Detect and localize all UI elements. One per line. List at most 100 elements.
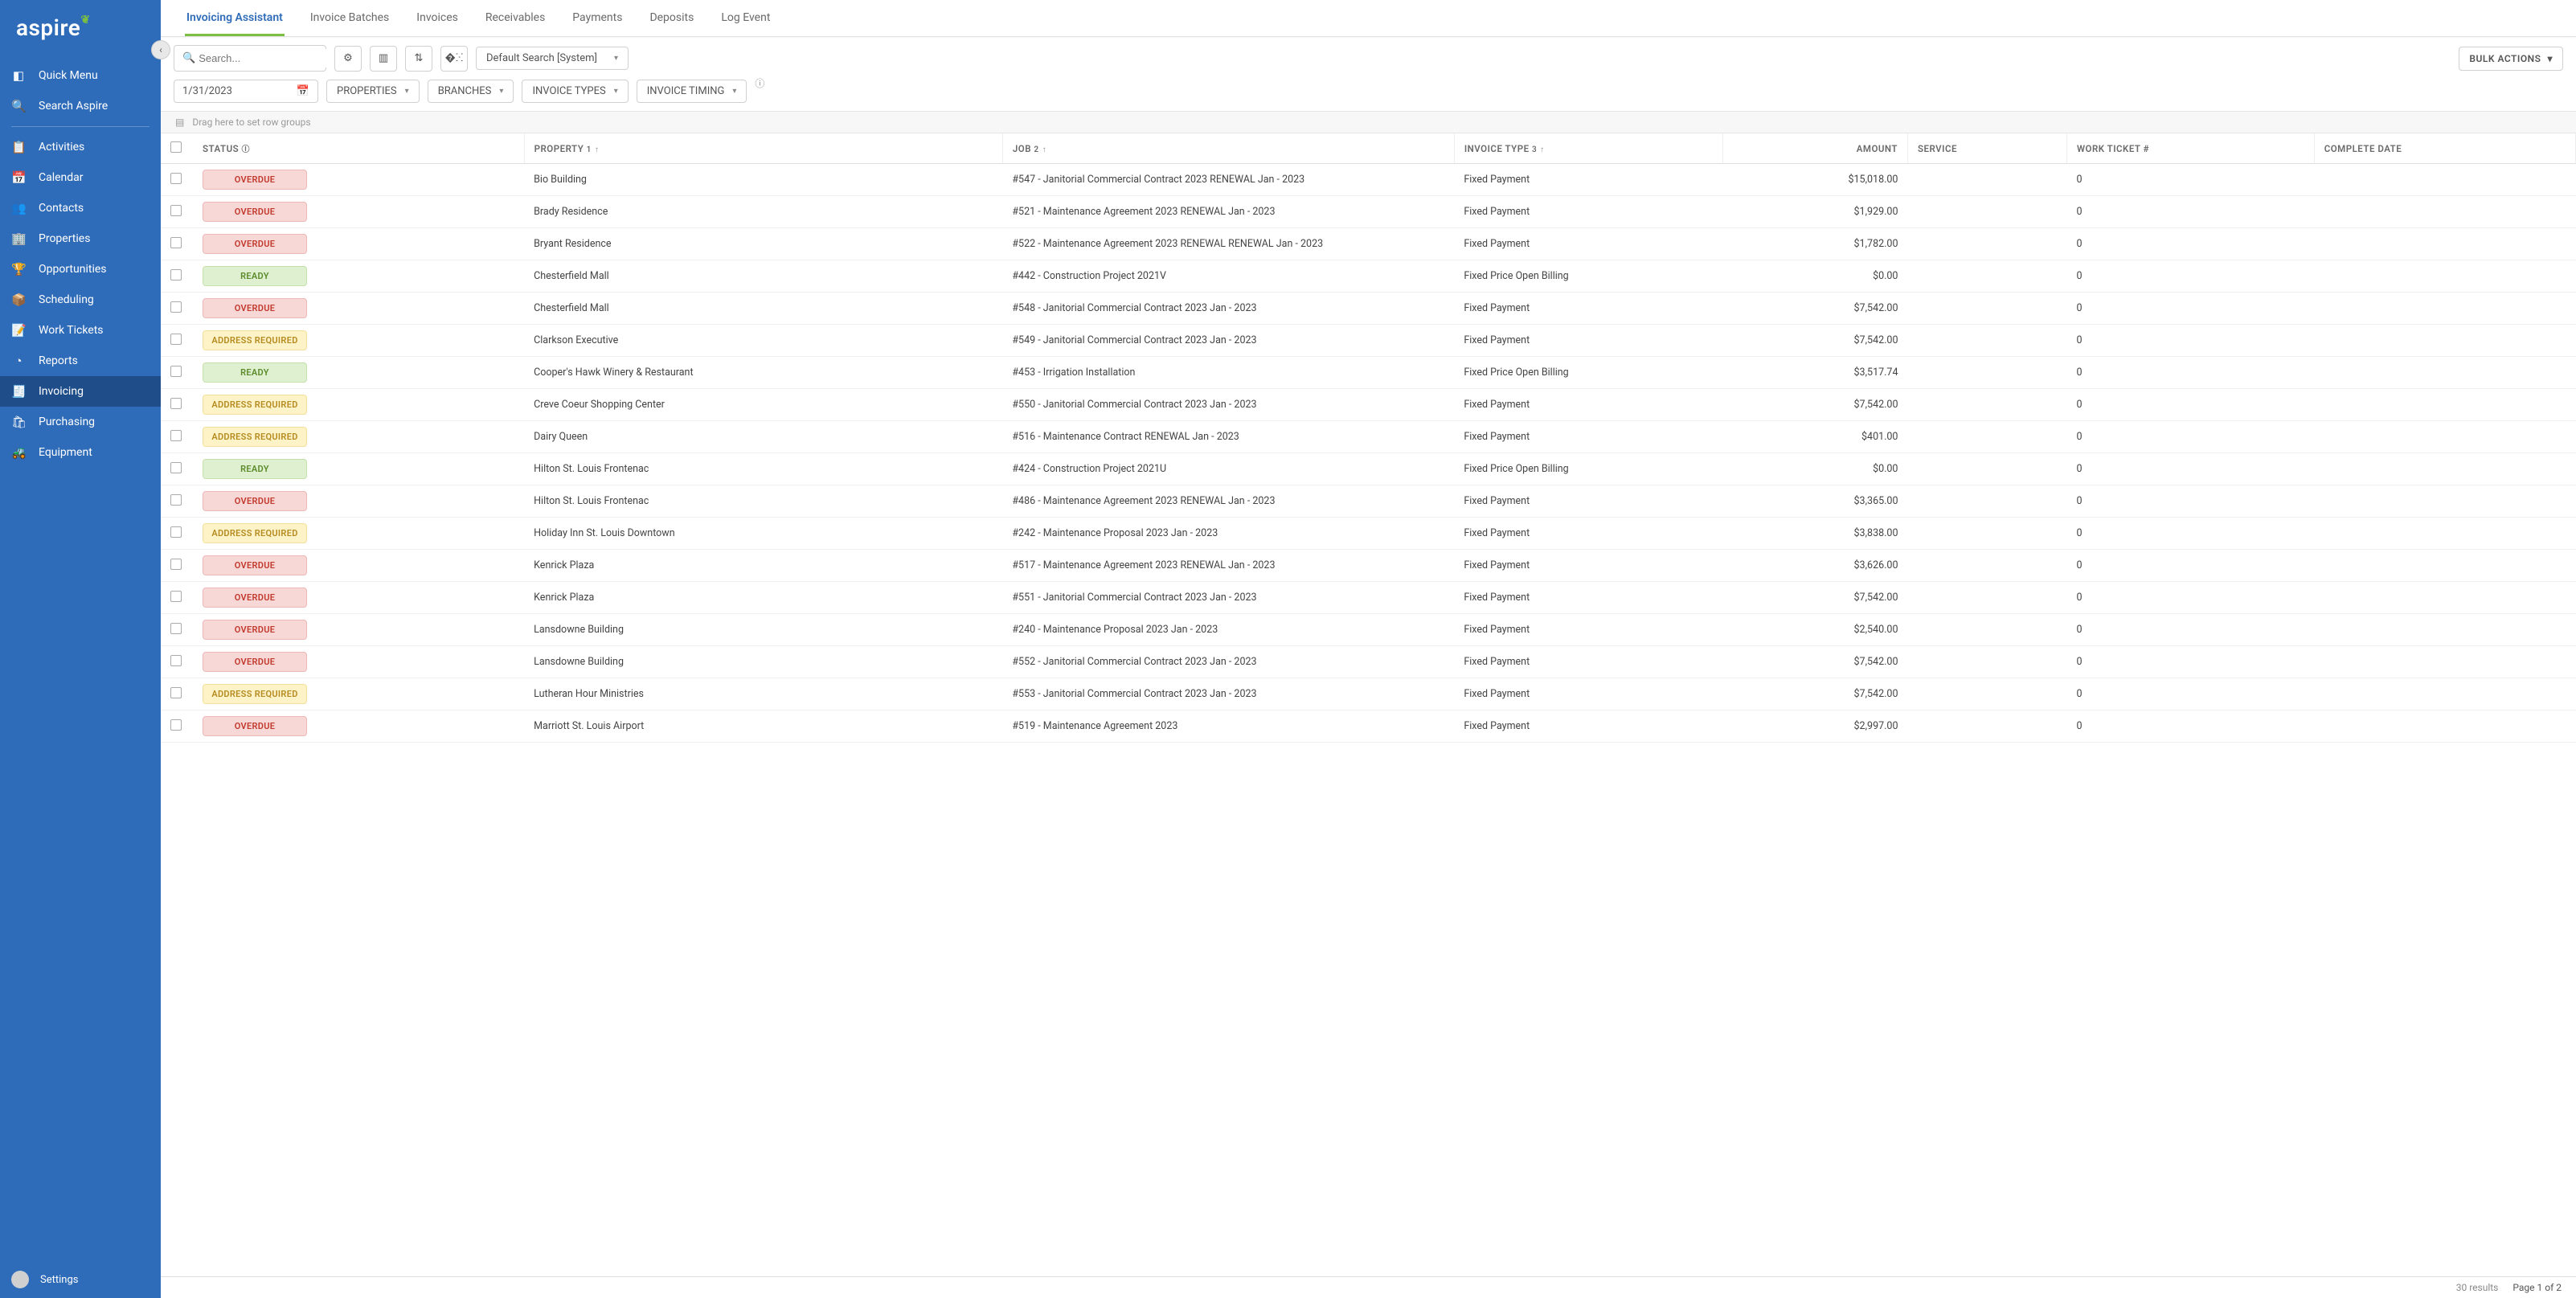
tab-receivables[interactable]: Receivables — [484, 0, 547, 36]
sidebar-item-contacts[interactable]: 👥Contacts — [0, 193, 161, 223]
row-checkbox-cell[interactable] — [161, 518, 193, 550]
row-checkbox[interactable] — [170, 301, 182, 313]
col-status[interactable]: STATUS ⓘ — [193, 133, 524, 164]
date-filter[interactable]: 1/31/2023 📅 — [174, 80, 318, 103]
row-group-drop-zone[interactable]: ▤ Drag here to set row groups — [161, 111, 2576, 133]
row-checkbox[interactable] — [170, 526, 182, 538]
sidebar-item-reports[interactable]: ◔Reports — [0, 346, 161, 376]
row-checkbox-cell[interactable] — [161, 164, 193, 196]
row-checkbox-cell[interactable] — [161, 421, 193, 453]
sort-button[interactable]: ⇅ — [405, 46, 432, 72]
tab-invoices[interactable]: Invoices — [415, 0, 460, 36]
table-row[interactable]: ADDRESS REQUIRED Clarkson Executive #549… — [161, 325, 2576, 357]
row-checkbox[interactable] — [170, 269, 182, 280]
columns-button[interactable]: ▥ — [370, 46, 397, 72]
table-row[interactable]: READY Hilton St. Louis Frontenac #424 - … — [161, 453, 2576, 485]
sidebar-item-work-tickets[interactable]: 📝Work Tickets — [0, 315, 161, 346]
sidebar-item-calendar[interactable]: 📅Calendar — [0, 162, 161, 193]
table-row[interactable]: OVERDUE Chesterfield Mall #548 - Janitor… — [161, 293, 2576, 325]
invoice-types-filter[interactable]: INVOICE TYPES ▾ — [522, 80, 628, 103]
table-row[interactable]: ADDRESS REQUIRED Lutheran Hour Ministrie… — [161, 678, 2576, 710]
row-checkbox-cell[interactable] — [161, 453, 193, 485]
table-row[interactable]: ADDRESS REQUIRED Dairy Queen #516 - Main… — [161, 421, 2576, 453]
row-checkbox[interactable] — [170, 591, 182, 602]
table-row[interactable]: OVERDUE Kenrick Plaza #551 - Janitorial … — [161, 582, 2576, 614]
invoice-timing-filter[interactable]: INVOICE TIMING ▾ — [637, 80, 747, 103]
tab-payments[interactable]: Payments — [571, 0, 624, 36]
select-all-checkbox[interactable] — [170, 141, 182, 153]
table-row[interactable]: OVERDUE Bryant Residence #522 - Maintena… — [161, 228, 2576, 260]
table-row[interactable]: OVERDUE Lansdowne Building #240 - Mainte… — [161, 614, 2576, 646]
filter-sliders-button[interactable]: ⚙ — [334, 46, 362, 72]
sidebar-item-equipment[interactable]: 🚜Equipment — [0, 437, 161, 468]
properties-filter[interactable]: PROPERTIES ▾ — [326, 80, 420, 103]
table-scroll[interactable]: STATUS ⓘ PROPERTY 1↑ JOB 2↑ INVOICE TYPE… — [161, 133, 2576, 1276]
row-checkbox-cell[interactable] — [161, 325, 193, 357]
row-checkbox-cell[interactable] — [161, 550, 193, 582]
sidebar-item-invoicing[interactable]: 🧾Invoicing — [0, 376, 161, 407]
row-checkbox-cell[interactable] — [161, 357, 193, 389]
row-checkbox-cell[interactable] — [161, 582, 193, 614]
table-row[interactable]: ADDRESS REQUIRED Holiday Inn St. Louis D… — [161, 518, 2576, 550]
table-row[interactable]: OVERDUE Lansdowne Building #552 - Janito… — [161, 646, 2576, 678]
row-checkbox-cell[interactable] — [161, 678, 193, 710]
row-checkbox[interactable] — [170, 237, 182, 248]
search-aspire-button[interactable]: 🔍 Search Aspire — [0, 91, 161, 121]
col-job[interactable]: JOB 2↑ — [1002, 133, 1454, 164]
row-checkbox-cell[interactable] — [161, 646, 193, 678]
tab-deposits[interactable]: Deposits — [648, 0, 695, 36]
row-checkbox[interactable] — [170, 462, 182, 473]
sidebar-collapse-button[interactable]: ‹ — [151, 40, 170, 59]
table-row[interactable]: OVERDUE Kenrick Plaza #517 - Maintenance… — [161, 550, 2576, 582]
search-input[interactable] — [195, 49, 343, 68]
row-checkbox-cell[interactable] — [161, 196, 193, 228]
info-icon[interactable]: ⓘ — [755, 76, 764, 90]
sidebar-item-scheduling[interactable]: 📦Scheduling — [0, 285, 161, 315]
table-row[interactable]: READY Cooper's Hawk Winery & Restaurant … — [161, 357, 2576, 389]
col-amount[interactable]: AMOUNT — [1722, 133, 1907, 164]
row-checkbox[interactable] — [170, 494, 182, 506]
saved-search-dropdown[interactable]: Default Search [System] ▾ — [476, 47, 629, 70]
col-property[interactable]: PROPERTY 1↑ — [524, 133, 1002, 164]
row-checkbox-cell[interactable] — [161, 228, 193, 260]
sidebar-footer[interactable]: Settings — [0, 1261, 161, 1298]
sidebar-item-properties[interactable]: 🏢Properties — [0, 223, 161, 254]
col-invoice-type[interactable]: INVOICE TYPE 3↑ — [1454, 133, 1722, 164]
col-checkbox[interactable] — [161, 133, 193, 164]
tab-log-event[interactable]: Log Event — [719, 0, 772, 36]
hierarchy-button[interactable]: �ⵘ — [440, 46, 468, 72]
row-checkbox[interactable] — [170, 655, 182, 666]
row-checkbox[interactable] — [170, 623, 182, 634]
table-row[interactable]: ADDRESS REQUIRED Creve Coeur Shopping Ce… — [161, 389, 2576, 421]
table-row[interactable]: OVERDUE Bio Building #547 - Janitorial C… — [161, 164, 2576, 196]
row-checkbox-cell[interactable] — [161, 710, 193, 743]
col-complete-date[interactable]: COMPLETE DATE — [2314, 133, 2575, 164]
branches-filter[interactable]: BRANCHES ▾ — [428, 80, 514, 103]
row-checkbox-cell[interactable] — [161, 260, 193, 293]
bulk-actions-button[interactable]: BULK ACTIONS ▾ — [2459, 47, 2563, 71]
sidebar-item-activities[interactable]: 📋Activities — [0, 132, 161, 162]
col-work-ticket[interactable]: WORK TICKET # — [2066, 133, 2314, 164]
quick-menu-button[interactable]: ◧ Quick Menu — [0, 60, 161, 91]
row-checkbox[interactable] — [170, 334, 182, 345]
row-checkbox[interactable] — [170, 719, 182, 731]
row-checkbox[interactable] — [170, 173, 182, 184]
row-checkbox[interactable] — [170, 366, 182, 377]
sidebar-item-opportunities[interactable]: 🏆Opportunities — [0, 254, 161, 285]
row-checkbox-cell[interactable] — [161, 614, 193, 646]
row-checkbox-cell[interactable] — [161, 389, 193, 421]
search-box[interactable]: 🔍 — [174, 45, 326, 72]
col-service[interactable]: SERVICE — [1907, 133, 2066, 164]
table-row[interactable]: OVERDUE Marriott St. Louis Airport #519 … — [161, 710, 2576, 743]
row-checkbox[interactable] — [170, 430, 182, 441]
sidebar-item-purchasing[interactable]: 🛍Purchasing — [0, 407, 161, 437]
row-checkbox[interactable] — [170, 687, 182, 698]
table-row[interactable]: OVERDUE Hilton St. Louis Frontenac #486 … — [161, 485, 2576, 518]
table-row[interactable]: READY Chesterfield Mall #442 - Construct… — [161, 260, 2576, 293]
row-checkbox[interactable] — [170, 559, 182, 570]
row-checkbox[interactable] — [170, 398, 182, 409]
tab-invoicing-assistant[interactable]: Invoicing Assistant — [185, 0, 285, 36]
row-checkbox-cell[interactable] — [161, 485, 193, 518]
tab-invoice-batches[interactable]: Invoice Batches — [309, 0, 391, 36]
row-checkbox[interactable] — [170, 205, 182, 216]
